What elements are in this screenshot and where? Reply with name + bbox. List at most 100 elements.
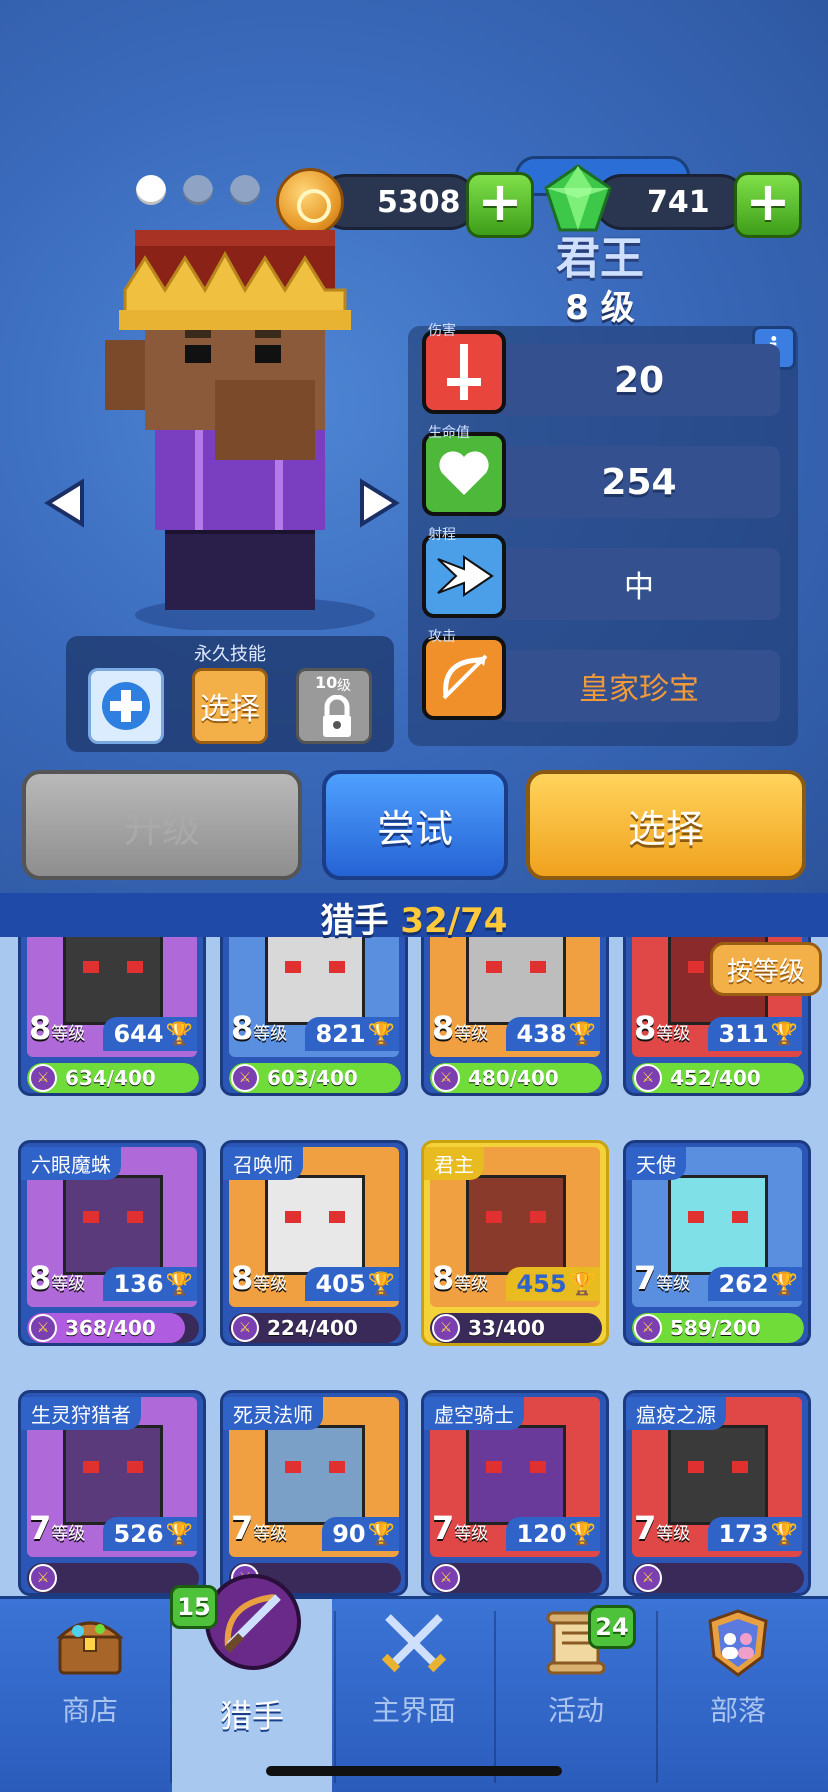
trophy-value: 262 xyxy=(718,1270,769,1298)
trophy-icon: 🏆 xyxy=(165,1521,193,1547)
hunter-card[interactable]: 召唤师 8等级 405 🏆 ⚔ 224/400 xyxy=(220,1140,408,1346)
hunter-level-unit: 等级 xyxy=(51,1274,86,1294)
page-dot[interactable] xyxy=(183,175,213,205)
hunter-name: 君主 xyxy=(424,1147,484,1180)
hunter-card[interactable]: 生灵狩猎者 7等级 526 🏆 ⚔ xyxy=(18,1390,206,1596)
hunter-card[interactable]: 六眼魔蛛 8等级 136 🏆 ⚔ 368/400 xyxy=(18,1140,206,1346)
select-hero-button[interactable]: 选择 xyxy=(526,770,806,880)
hunter-face xyxy=(329,961,345,973)
hunters-badge: 15 xyxy=(170,1585,218,1629)
hunter-face xyxy=(530,1461,546,1473)
sort-by-level-button[interactable]: 按等级 xyxy=(710,942,822,996)
hunter-card[interactable]: 瘟疫之源 7等级 173 🏆 ⚔ xyxy=(623,1390,811,1596)
nav-tab-main[interactable]: 主界面 xyxy=(334,1599,494,1792)
page-dot[interactable] xyxy=(136,175,166,205)
hunter-level: 8等级 xyxy=(634,1009,690,1047)
add-skill-slot[interactable] xyxy=(88,668,164,744)
hero-name: 君王 xyxy=(556,233,644,284)
hunter-level-value: 8 xyxy=(634,1009,657,1047)
try-button[interactable]: 尝试 xyxy=(322,770,508,880)
hunter-level-unit: 等级 xyxy=(454,1524,489,1544)
bottom-navigation: 商店 15 猎手 主界面 24 活动 部落 xyxy=(0,1574,828,1792)
stat-value: 254 xyxy=(601,461,677,503)
hunters-grid: 8等级 644 🏆 ⚔ 634/400 8等级 821 🏆 ⚔ 603/400 8等级 438 🏆 ⚔ 48… xyxy=(0,920,828,1596)
coin-amount: 5308 xyxy=(377,185,461,220)
hunter-name: 生灵狩猎者 xyxy=(21,1397,141,1430)
hunter-name: 死灵法师 xyxy=(223,1397,323,1430)
lock-icon xyxy=(323,695,351,737)
nav-tab-clan[interactable]: 部落 xyxy=(658,1599,818,1792)
plus-circle-icon xyxy=(102,682,150,730)
hunter-level-value: 7 xyxy=(29,1509,52,1547)
hunter-card[interactable]: 8等级 438 🏆 ⚔ 480/400 xyxy=(421,920,609,1096)
add-gems-button[interactable]: + xyxy=(734,172,802,238)
trophy-icon: 🏆 xyxy=(568,1521,596,1547)
nav-tab-shop[interactable]: 商店 xyxy=(10,1599,170,1792)
hunter-level: 8等级 xyxy=(432,1009,488,1047)
shard-scroll-icon: ⚔ xyxy=(634,1564,662,1592)
hunter-name: 天使 xyxy=(626,1147,686,1180)
trophy-value: 526 xyxy=(113,1520,164,1548)
shard-progress-bar: ⚔ 480/400 xyxy=(430,1063,602,1093)
trophy-icon: 🏆 xyxy=(568,1021,596,1047)
nav-tab-events[interactable]: 24 活动 xyxy=(496,1599,656,1792)
stat-row-range: 射程 中 xyxy=(408,524,780,620)
nav-tab-hunters[interactable]: 15 猎手 xyxy=(170,1574,332,1792)
hunter-face xyxy=(83,961,99,973)
trophy-icon: 🏆 xyxy=(367,1021,395,1047)
hunter-level: 7等级 xyxy=(634,1259,690,1297)
next-hero-arrow-icon[interactable] xyxy=(358,478,402,528)
hunter-level-value: 8 xyxy=(231,1009,254,1047)
hunter-card[interactable]: 天使 7等级 262 🏆 ⚔ 589/200 xyxy=(623,1140,811,1346)
stat-row-attack: 攻击 皇家珍宝 xyxy=(408,626,780,722)
treasure-chest-icon xyxy=(56,1621,124,1675)
shard-scroll-icon: ⚔ xyxy=(231,1064,259,1092)
stat-value: 皇家珍宝 xyxy=(579,672,699,707)
shard-scroll-icon: ⚔ xyxy=(29,1564,57,1592)
hunter-level: 7等级 xyxy=(29,1509,85,1547)
bow-arrow-icon xyxy=(422,636,506,720)
hunter-card[interactable]: 8等级 821 🏆 ⚔ 603/400 xyxy=(220,920,408,1096)
hunter-face xyxy=(732,1211,748,1223)
gem-amount: 741 xyxy=(647,185,710,220)
shard-scroll-icon: ⚔ xyxy=(231,1314,259,1342)
hunter-face xyxy=(688,961,704,973)
trophy-count: 455 🏆 xyxy=(506,1267,600,1301)
upgrade-button[interactable]: 升级 xyxy=(22,770,302,880)
add-coins-button[interactable]: + xyxy=(466,172,534,238)
hunter-card[interactable]: 君主 8等级 455 🏆 ⚔ 33/400 xyxy=(421,1140,609,1346)
permanent-skill-title: 永久技能 xyxy=(194,644,266,665)
page-indicator xyxy=(136,175,260,205)
clan-shield-icon xyxy=(708,1609,768,1677)
trophy-value: 405 xyxy=(315,1270,366,1298)
hunter-level-unit: 等级 xyxy=(656,1524,691,1544)
hunter-face xyxy=(329,1211,345,1223)
hunter-level-value: 8 xyxy=(231,1259,254,1297)
hunter-level-unit: 等级 xyxy=(454,1024,489,1044)
shard-progress-bar: ⚔ xyxy=(632,1563,804,1593)
select-skill-button[interactable]: 选择 xyxy=(192,668,268,744)
shard-scroll-icon: ⚔ xyxy=(634,1064,662,1092)
nav-label: 活动 xyxy=(547,1694,604,1727)
hunter-face xyxy=(83,1211,99,1223)
shard-progress-bar: ⚔ 224/400 xyxy=(229,1313,401,1343)
page-dot[interactable] xyxy=(230,175,260,205)
hunter-level: 8等级 xyxy=(29,1009,85,1047)
shard-progress-text: 589/200 xyxy=(670,1316,761,1340)
hunter-face xyxy=(285,961,301,973)
shard-progress-text: 480/400 xyxy=(468,1066,559,1090)
hunter-card[interactable]: 虚空骑士 7等级 120 🏆 ⚔ xyxy=(421,1390,609,1596)
hunter-face xyxy=(486,1461,502,1473)
home-indicator xyxy=(266,1766,562,1776)
hunter-card[interactable]: 8等级 644 🏆 ⚔ 634/400 xyxy=(18,920,206,1096)
hunter-level-unit: 等级 xyxy=(253,1024,288,1044)
hunter-card[interactable]: 死灵法师7等级90🏆⚔ xyxy=(220,1390,408,1596)
shard-scroll-icon: ⚔ xyxy=(432,1064,460,1092)
hunter-level-value: 7 xyxy=(634,1259,657,1297)
hunter-name: 六眼魔蛛 xyxy=(21,1147,121,1180)
gold-coin-icon xyxy=(276,168,344,236)
hunter-level: 8等级 xyxy=(231,1009,287,1047)
previous-hero-arrow-icon[interactable] xyxy=(42,478,86,528)
hunter-level-value: 8 xyxy=(432,1259,455,1297)
trophy-count: 136 🏆 xyxy=(103,1267,197,1301)
